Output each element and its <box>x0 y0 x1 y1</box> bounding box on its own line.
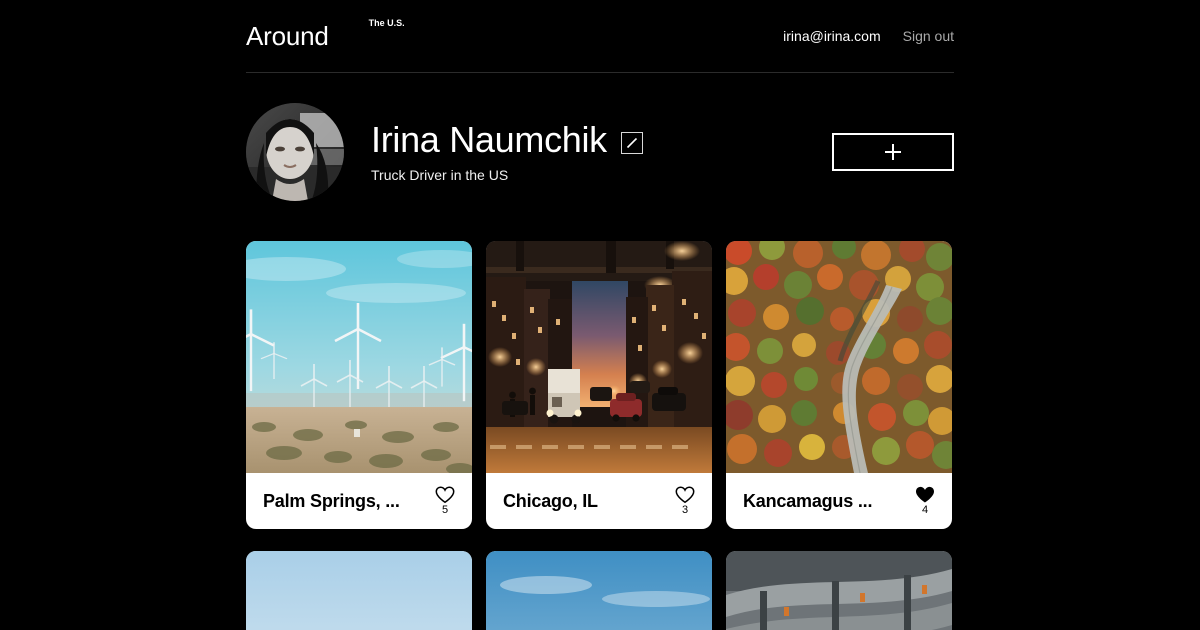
logo[interactable]: Around The U.S. <box>246 19 405 51</box>
like-button[interactable]: 3 <box>675 486 695 516</box>
card[interactable]: Palm Springs, ... 5 <box>246 241 472 529</box>
card-image-snowy-mountains[interactable] <box>486 551 712 630</box>
app-root: Around The U.S. irina@irina.com Sign out <box>0 0 1200 630</box>
add-card-button[interactable] <box>832 133 954 171</box>
card-image-chicago-street-dusk[interactable] <box>486 241 712 473</box>
heart-outline-icon <box>435 486 455 504</box>
site-header: Around The U.S. irina@irina.com Sign out <box>246 0 954 73</box>
card-title: Kancamagus ... <box>743 490 873 511</box>
logo-text: Around <box>246 21 329 51</box>
card[interactable] <box>486 551 712 630</box>
card[interactable] <box>726 551 952 630</box>
card-title: Palm Springs, ... <box>263 490 400 511</box>
card-footer: Chicago, IL 3 <box>486 473 712 529</box>
card-image-highway-interchange[interactable] <box>726 551 952 630</box>
card-footer: Palm Springs, ... 5 <box>246 473 472 529</box>
profile-name-row: Irina Naumchik <box>371 121 832 159</box>
card[interactable] <box>246 551 472 630</box>
card-image-pale-blue-sky[interactable] <box>246 551 472 630</box>
card-image-autumn-forest-road[interactable] <box>726 241 952 473</box>
card[interactable]: Chicago, IL 3 <box>486 241 712 529</box>
heart-filled-icon <box>915 486 935 504</box>
header-actions: irina@irina.com Sign out <box>783 28 954 44</box>
profile-info: Irina Naumchik Truck Driver in the US <box>371 121 832 183</box>
like-count: 3 <box>681 504 689 516</box>
cards-grid: Palm Springs, ... 5 Chicago, IL 3 Kancam… <box>246 241 954 630</box>
like-button[interactable]: 5 <box>435 486 455 516</box>
profile-section: Irina Naumchik Truck Driver in the US <box>246 103 954 201</box>
card-footer: Kancamagus ... 4 <box>726 473 952 529</box>
sign-out-button[interactable]: Sign out <box>903 28 954 44</box>
avatar <box>246 103 344 201</box>
logo-superscript: The U.S. <box>368 18 405 28</box>
heart-outline-icon <box>675 486 695 504</box>
like-count: 4 <box>921 504 929 516</box>
page-title: Irina Naumchik <box>371 119 607 161</box>
card-image-desert-wind-turbines[interactable] <box>246 241 472 473</box>
pencil-icon[interactable] <box>620 131 643 154</box>
like-button-active[interactable]: 4 <box>915 486 935 516</box>
card[interactable]: Kancamagus ... 4 <box>726 241 952 529</box>
user-email: irina@irina.com <box>783 28 881 44</box>
page-container: Around The U.S. irina@irina.com Sign out <box>246 0 954 630</box>
profile-about: Truck Driver in the US <box>371 166 509 183</box>
plus-icon <box>884 143 902 161</box>
card-title: Chicago, IL <box>503 490 598 511</box>
like-count: 5 <box>441 504 449 516</box>
